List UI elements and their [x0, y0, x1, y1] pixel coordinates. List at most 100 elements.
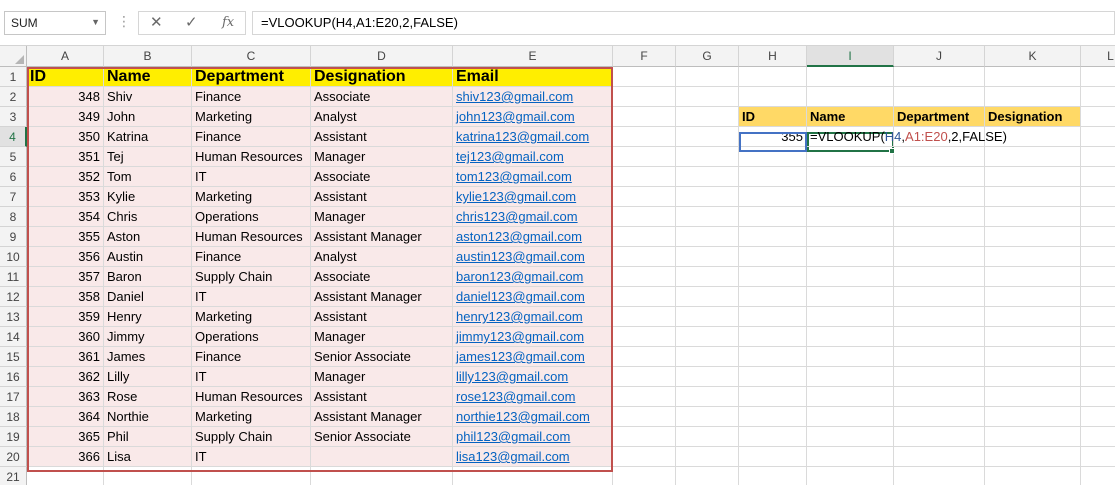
- cell-f15[interactable]: [613, 347, 676, 367]
- row-header-8[interactable]: 8: [0, 207, 27, 227]
- id-cell[interactable]: 359: [27, 307, 104, 327]
- email-cell[interactable]: kylie123@gmail.com: [453, 187, 613, 207]
- id-cell[interactable]: 351: [27, 147, 104, 167]
- department-cell[interactable]: Marketing: [192, 187, 311, 207]
- name-cell[interactable]: Baron: [104, 267, 192, 287]
- cell-k17[interactable]: [985, 387, 1081, 407]
- name-cell[interactable]: Rose: [104, 387, 192, 407]
- cell-k19[interactable]: [985, 427, 1081, 447]
- name-cell[interactable]: Kylie: [104, 187, 192, 207]
- cell-j11[interactable]: [894, 267, 985, 287]
- cell-l11[interactable]: [1081, 267, 1115, 287]
- cell-i17[interactable]: [807, 387, 894, 407]
- cell-h15[interactable]: [739, 347, 807, 367]
- cell-j21[interactable]: [894, 467, 985, 485]
- cell-f17[interactable]: [613, 387, 676, 407]
- designation-cell[interactable]: Senior Associate: [311, 427, 453, 447]
- cell-k8[interactable]: [985, 207, 1081, 227]
- department-cell[interactable]: Finance: [192, 127, 311, 147]
- department-cell[interactable]: Finance: [192, 247, 311, 267]
- designation-cell[interactable]: Manager: [311, 207, 453, 227]
- cell-h20[interactable]: [739, 447, 807, 467]
- cell-f2[interactable]: [613, 87, 676, 107]
- column-header-f[interactable]: F: [613, 46, 676, 67]
- designation-cell[interactable]: Assistant Manager: [311, 287, 453, 307]
- cell-g5[interactable]: [676, 147, 739, 167]
- cell-l9[interactable]: [1081, 227, 1115, 247]
- name-cell[interactable]: Northie: [104, 407, 192, 427]
- email-cell[interactable]: shiv123@gmail.com: [453, 87, 613, 107]
- cell-g14[interactable]: [676, 327, 739, 347]
- column-header-h[interactable]: H: [739, 46, 807, 67]
- id-cell[interactable]: 348: [27, 87, 104, 107]
- lookup-header-id[interactable]: ID: [739, 107, 807, 127]
- id-cell[interactable]: 361: [27, 347, 104, 367]
- department-cell[interactable]: Finance: [192, 87, 311, 107]
- cell-h6[interactable]: [739, 167, 807, 187]
- cell-h21[interactable]: [739, 467, 807, 485]
- email-cell[interactable]: rose123@gmail.com: [453, 387, 613, 407]
- cell-l10[interactable]: [1081, 247, 1115, 267]
- column-header-k[interactable]: K: [985, 46, 1081, 67]
- email-cell[interactable]: lisa123@gmail.com: [453, 447, 613, 467]
- cell-j7[interactable]: [894, 187, 985, 207]
- id-cell[interactable]: 357: [27, 267, 104, 287]
- cell-g20[interactable]: [676, 447, 739, 467]
- cell-k1[interactable]: [985, 67, 1081, 87]
- cell-f6[interactable]: [613, 167, 676, 187]
- cell-j10[interactable]: [894, 247, 985, 267]
- name-cell[interactable]: John: [104, 107, 192, 127]
- cell-k10[interactable]: [985, 247, 1081, 267]
- name-cell[interactable]: Phil: [104, 427, 192, 447]
- select-all-button[interactable]: [0, 46, 27, 67]
- lookup-header-department[interactable]: Department: [894, 107, 985, 127]
- cell-f14[interactable]: [613, 327, 676, 347]
- column-header-c[interactable]: C: [192, 46, 311, 67]
- cell-h2[interactable]: [739, 87, 807, 107]
- table-header-id[interactable]: ID: [27, 67, 104, 87]
- cell-g1[interactable]: [676, 67, 739, 87]
- id-cell[interactable]: 362: [27, 367, 104, 387]
- cell-f18[interactable]: [613, 407, 676, 427]
- cell-l21[interactable]: [1081, 467, 1115, 485]
- cell-g16[interactable]: [676, 367, 739, 387]
- cell-l14[interactable]: [1081, 327, 1115, 347]
- cell-k20[interactable]: [985, 447, 1081, 467]
- cell-f5[interactable]: [613, 147, 676, 167]
- designation-cell[interactable]: Assistant: [311, 387, 453, 407]
- lookup-formula-cell[interactable]: =VLOOKUP(H4,A1:E20,2,FALSE): [807, 127, 1007, 147]
- cell-k14[interactable]: [985, 327, 1081, 347]
- cancel-icon[interactable]: ✕: [150, 13, 163, 31]
- cell-f16[interactable]: [613, 367, 676, 387]
- department-cell[interactable]: Supply Chain: [192, 267, 311, 287]
- cell-f3[interactable]: [613, 107, 676, 127]
- cell-l19[interactable]: [1081, 427, 1115, 447]
- cell-i8[interactable]: [807, 207, 894, 227]
- designation-cell[interactable]: Assistant Manager: [311, 227, 453, 247]
- cell-k5[interactable]: [985, 147, 1081, 167]
- column-header-b[interactable]: B: [104, 46, 192, 67]
- row-header-10[interactable]: 10: [0, 247, 27, 267]
- cell-k6[interactable]: [985, 167, 1081, 187]
- id-cell[interactable]: 350: [27, 127, 104, 147]
- cell-j17[interactable]: [894, 387, 985, 407]
- designation-cell[interactable]: [311, 447, 453, 467]
- id-cell[interactable]: 363: [27, 387, 104, 407]
- row-header-5[interactable]: 5: [0, 147, 27, 167]
- cell-i1[interactable]: [807, 67, 894, 87]
- cell-l1[interactable]: [1081, 67, 1115, 87]
- cell-l15[interactable]: [1081, 347, 1115, 367]
- name-cell[interactable]: Austin: [104, 247, 192, 267]
- cell-k15[interactable]: [985, 347, 1081, 367]
- email-cell[interactable]: tej123@gmail.com: [453, 147, 613, 167]
- cell-l16[interactable]: [1081, 367, 1115, 387]
- designation-cell[interactable]: Associate: [311, 267, 453, 287]
- cell-j16[interactable]: [894, 367, 985, 387]
- id-cell[interactable]: 356: [27, 247, 104, 267]
- cell-l6[interactable]: [1081, 167, 1115, 187]
- cell-j19[interactable]: [894, 427, 985, 447]
- row-header-14[interactable]: 14: [0, 327, 27, 347]
- designation-cell[interactable]: Assistant Manager: [311, 407, 453, 427]
- column-header-a[interactable]: A: [27, 46, 104, 67]
- column-header-e[interactable]: E: [453, 46, 613, 67]
